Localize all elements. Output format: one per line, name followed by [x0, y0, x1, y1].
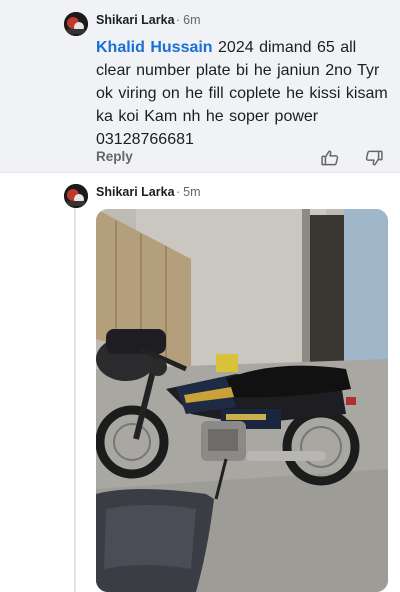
thumbs-up-icon[interactable]	[320, 148, 340, 168]
reply-time-value: 5m	[183, 185, 201, 199]
thread-connector-line	[74, 208, 76, 592]
comment-block: Shikari Larka · 6m Khalid Hussain 2024 di…	[0, 0, 400, 172]
reply-author-avatar[interactable]	[64, 184, 88, 208]
comment-time-value: 6m	[183, 13, 201, 27]
author-avatar[interactable]	[64, 12, 88, 36]
comment-body: Khalid Hussain 2024 dimand 65 all clear …	[96, 36, 392, 151]
motorcycle-photo[interactable]	[96, 209, 388, 592]
timestamp-separator: ·	[176, 13, 181, 27]
reply-button[interactable]: Reply	[96, 149, 133, 164]
comment-timestamp[interactable]: · 6m	[176, 13, 201, 27]
thumbs-down-icon[interactable]	[364, 148, 384, 168]
comment-author-name[interactable]: Shikari Larka	[96, 13, 175, 27]
reply-timestamp[interactable]: · 5m	[176, 185, 201, 199]
reply-author-name[interactable]: Shikari Larka	[96, 185, 175, 199]
reply-timestamp-separator: ·	[176, 185, 181, 199]
mention-link[interactable]: Khalid Hussain	[96, 39, 213, 56]
comment-divider	[0, 172, 400, 173]
